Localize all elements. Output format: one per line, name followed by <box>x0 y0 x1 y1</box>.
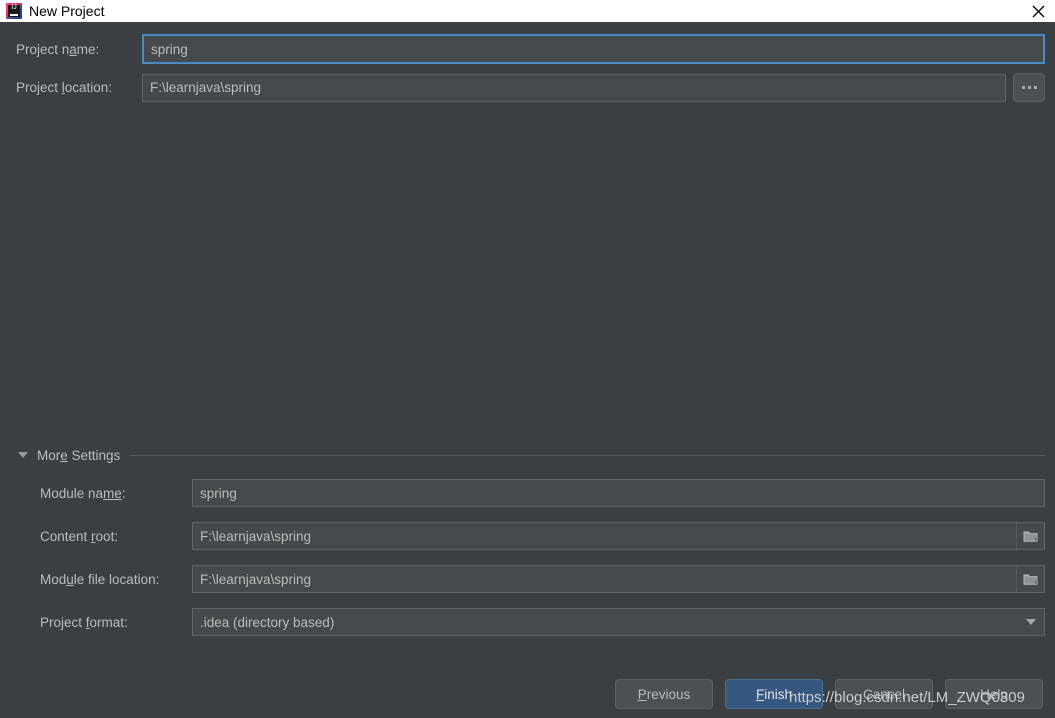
module-name-label: Module name: <box>40 485 126 501</box>
project-name-row: Project name: spring <box>16 34 1045 64</box>
previous-button[interactable]: Previous <box>615 679 713 709</box>
project-name-label: Project name: <box>16 41 100 57</box>
project-format-row: Project format: .idea (directory based) <box>40 608 1045 636</box>
chevron-down-icon[interactable] <box>1018 609 1044 635</box>
folder-icon[interactable] <box>1016 523 1044 549</box>
project-location-input[interactable]: F:\learnjava\spring <box>142 73 1006 102</box>
project-name-input[interactable]: spring <box>142 34 1045 64</box>
module-name-input[interactable]: spring <box>192 479 1045 507</box>
project-format-select[interactable]: .idea (directory based) <box>192 608 1045 636</box>
cancel-button[interactable]: Cancel <box>835 679 933 709</box>
more-settings-label: More Settings <box>37 447 121 463</box>
window-titlebar: IJ New Project <box>0 0 1055 22</box>
module-file-location-input[interactable]: F:\learnjava\spring <box>192 565 1045 593</box>
content-root-input[interactable]: F:\learnjava\spring <box>192 522 1045 550</box>
module-file-location-row: Module file location: F:\learnjava\sprin… <box>40 565 1045 593</box>
folder-icon[interactable] <box>1016 566 1044 592</box>
chevron-down-icon[interactable] <box>18 452 28 458</box>
more-settings-header[interactable]: More Settings <box>0 445 1055 465</box>
project-form: Project name: spring Project location: F… <box>0 22 1055 102</box>
project-location-label: Project location: <box>16 80 113 95</box>
project-location-row: Project location: F:\learnjava\spring <box>16 73 1045 102</box>
close-icon[interactable] <box>1021 0 1055 22</box>
browse-button[interactable] <box>1013 73 1045 102</box>
module-name-row: Module name: spring <box>40 479 1045 507</box>
new-project-dialog: Project name: spring Project location: F… <box>0 22 1055 718</box>
section-divider <box>130 454 1045 456</box>
window-title: New Project <box>29 3 105 19</box>
finish-button[interactable]: Finish <box>725 679 823 709</box>
module-file-location-label: Module file location: <box>40 571 160 587</box>
empty-content-area <box>0 111 1055 445</box>
project-format-label: Project format: <box>40 614 128 630</box>
help-button[interactable]: Help <box>945 679 1043 709</box>
content-root-row: Content root: F:\learnjava\spring <box>40 522 1045 550</box>
content-root-label: Content root: <box>40 528 119 544</box>
dialog-button-bar: Previous Finish Cancel Help <box>615 679 1043 709</box>
intellij-idea-icon: IJ <box>6 3 22 19</box>
more-settings-body: Module name: spring Content root: F:\lea… <box>0 479 1055 636</box>
